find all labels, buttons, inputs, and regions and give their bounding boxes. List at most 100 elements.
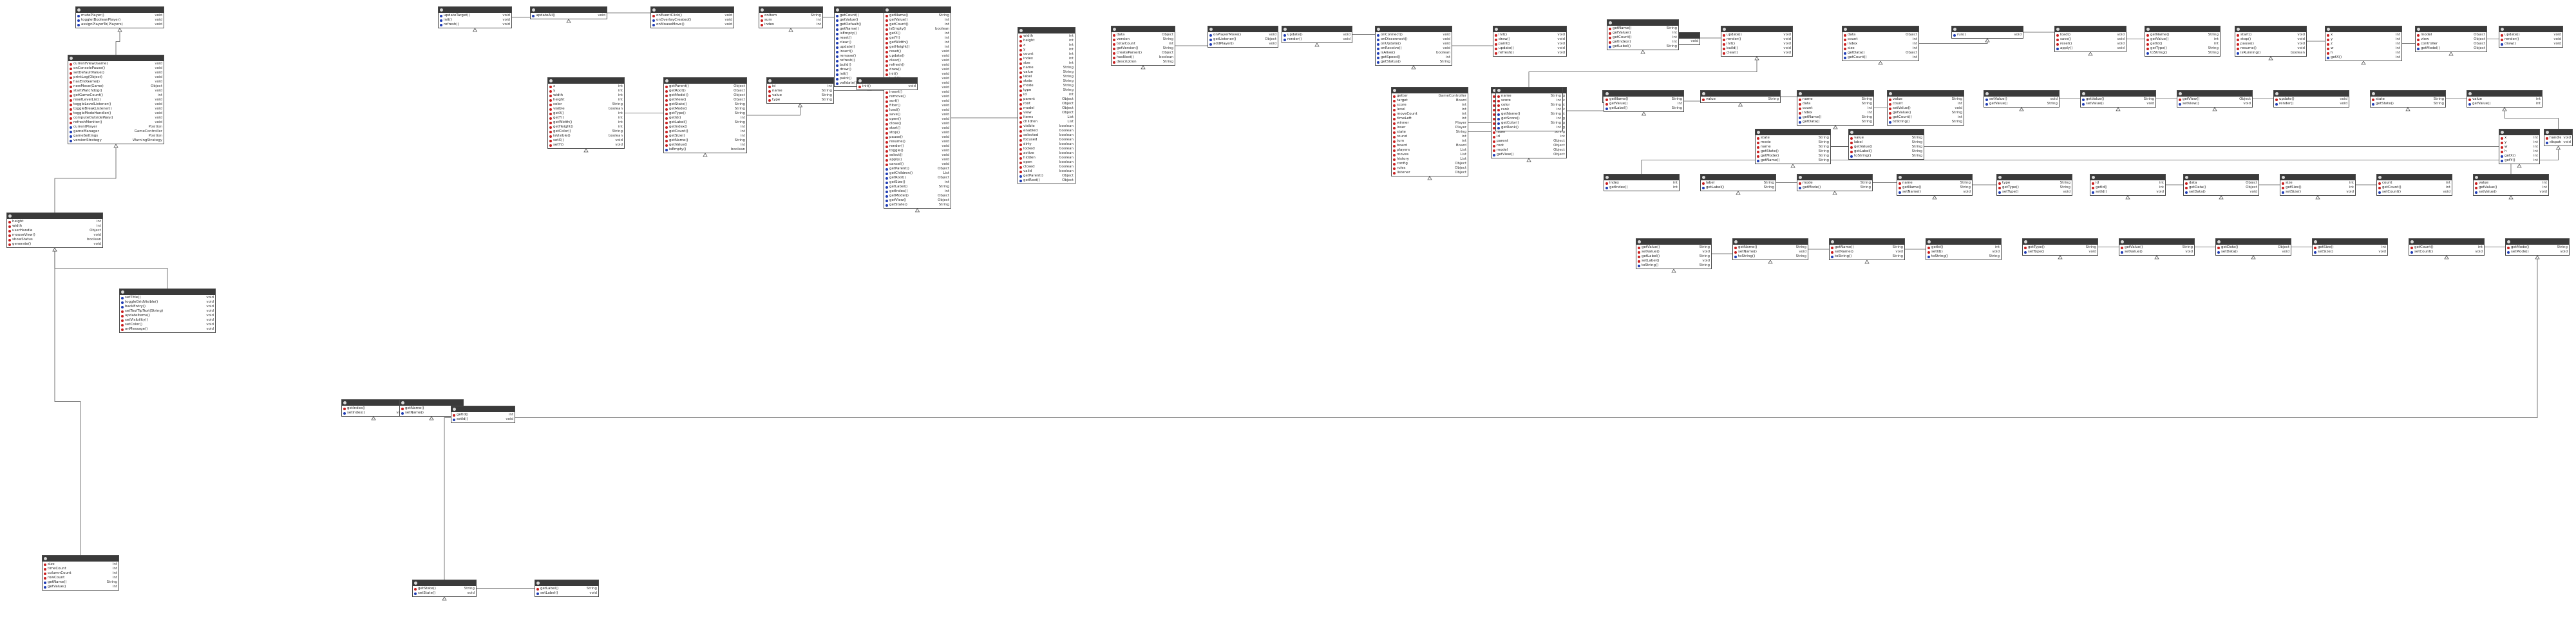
member-name: refresh() <box>1499 51 1514 55</box>
member-name: getValue() <box>1989 102 2008 106</box>
class-member: render() void <box>2274 102 2349 106</box>
member-name: setValue() <box>1642 250 1660 254</box>
class-member: value String <box>767 93 833 98</box>
private-icon <box>1799 98 1801 101</box>
class-member: handle()void <box>2544 136 2572 140</box>
class-icon <box>2468 92 2472 95</box>
member-name: getMode() <box>669 107 688 111</box>
class-member: getLabel() String <box>884 185 951 189</box>
private-icon <box>2468 98 2471 101</box>
private-icon <box>1019 35 1022 38</box>
public-icon <box>121 301 124 304</box>
class-member: setValue() void <box>2119 250 2194 254</box>
member-name: getId() <box>669 116 681 120</box>
private-icon <box>1497 104 1500 107</box>
member-type: void <box>1783 37 1791 41</box>
member-type: int <box>618 120 623 124</box>
member-name: getLabel() <box>889 185 908 189</box>
member-name: locked <box>1023 147 1035 151</box>
private-icon <box>2237 38 2239 41</box>
public-icon <box>2121 251 2123 254</box>
member-type: void <box>942 63 949 67</box>
class-member: sizeint <box>1018 61 1075 66</box>
member-name: render() <box>889 144 904 148</box>
member-type: int <box>112 567 117 571</box>
member-type: void <box>93 242 101 246</box>
private-icon <box>1393 126 1396 129</box>
private-icon <box>70 94 72 97</box>
private-icon <box>652 14 655 17</box>
class-member: getSize() int <box>2280 185 2355 190</box>
member-type: void <box>2243 102 2251 106</box>
member-type: String <box>938 185 949 189</box>
class-member: width int <box>548 93 624 98</box>
private-icon <box>1799 111 1801 115</box>
inheritance-arrowhead <box>2405 107 2410 111</box>
class-member: getMode() String <box>1756 154 1830 158</box>
private-icon <box>2237 43 2239 46</box>
member-type: Object <box>2239 97 2251 101</box>
member-name: resetLevelList() <box>73 98 101 102</box>
member-type: void <box>2117 37 2125 41</box>
member-name: index <box>764 23 775 26</box>
private-icon <box>549 135 552 138</box>
member-name: height <box>553 98 565 102</box>
class-member: getScore() int <box>1496 117 1562 121</box>
uml-class-box: update() void render() void init() void build(… <box>1721 26 1793 57</box>
class-header <box>1756 129 1830 135</box>
member-name: draw() <box>889 68 901 71</box>
public-icon <box>836 50 838 53</box>
member-name: getLabel() <box>1706 185 1725 189</box>
private-icon <box>1638 251 1640 254</box>
member-name: value <box>1854 136 1864 140</box>
private-icon <box>1799 182 1801 185</box>
member-name: close() <box>889 122 902 126</box>
member-name: select() <box>889 153 903 157</box>
member-type: int <box>2533 140 2538 144</box>
private-icon <box>665 85 668 88</box>
member-type: Object <box>1162 51 1173 55</box>
private-icon <box>665 117 668 120</box>
member-name: type <box>772 98 781 102</box>
member-type: void <box>942 81 949 85</box>
member-name: board <box>1397 144 1407 147</box>
member-name: clear() <box>1727 51 1738 55</box>
class-header <box>2184 175 2259 180</box>
uml-class-box: getValue() String setValue() void <box>2119 238 2195 256</box>
member-type: String <box>1861 115 1872 119</box>
private-icon <box>886 154 888 157</box>
uml-class-box: getName() String getValue() int getCount() in… <box>1607 19 1679 50</box>
member-type: int <box>2395 46 2400 50</box>
member-name: state <box>1023 79 1032 83</box>
member-name: filter() <box>889 104 901 108</box>
member-name: getValue() <box>48 585 66 589</box>
public-icon <box>1757 159 1759 162</box>
class-member: getRoot() Object <box>884 176 951 180</box>
class-member: sizeint <box>1842 46 1918 51</box>
public-icon <box>886 190 888 193</box>
private-icon <box>1113 61 1115 64</box>
class-member: indexint <box>759 23 822 27</box>
member-type: void <box>2443 190 2450 194</box>
member-name: setIndex() <box>347 411 365 415</box>
class-member: h int <box>2499 149 2539 154</box>
class-member: getIndex()int <box>664 125 746 129</box>
member-name: view <box>1023 111 1032 115</box>
class-icon <box>2217 240 2221 243</box>
class-member: getCount()int <box>884 23 951 27</box>
private-icon <box>2024 246 2027 249</box>
member-type: String <box>1699 263 1710 267</box>
class-members: height int width int userHandle Object mouseVi… <box>7 219 102 247</box>
private-icon <box>1019 111 1022 115</box>
member-type: int <box>1912 55 1917 59</box>
class-member: setValue() void <box>1984 97 2059 102</box>
member-type: void <box>1443 42 1450 46</box>
member-name: getColor() <box>553 129 571 133</box>
class-header <box>451 406 515 412</box>
member-type: Object <box>1553 139 1565 143</box>
public-icon <box>77 19 80 22</box>
member-name: handle() <box>2550 136 2562 140</box>
class-member: updateTarget() void <box>439 14 511 18</box>
class-member: locked boolean <box>1018 147 1075 151</box>
class-member: update()void <box>1282 33 1352 37</box>
